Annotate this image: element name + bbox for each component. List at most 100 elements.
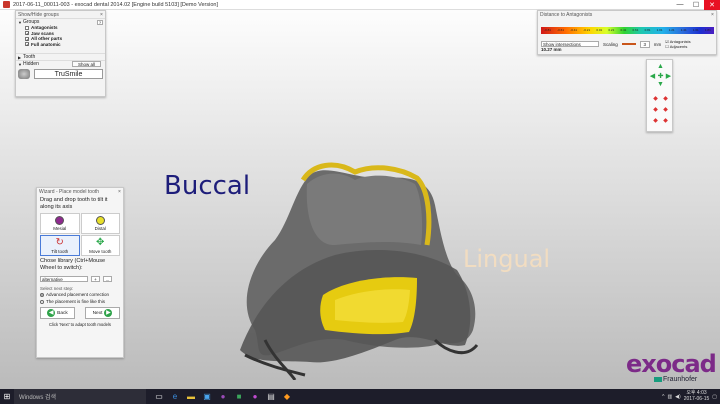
buccal-label: Buccal — [164, 171, 251, 201]
wizard-close-icon[interactable]: × — [116, 189, 123, 195]
taskbar-apps: ▭ e ▬ ▣ ● ■ ● ▤ ◆ — [154, 392, 292, 402]
scale-tick-label: 0.21 — [608, 28, 615, 32]
scaling-slider[interactable] — [621, 43, 636, 45]
scale-tick-label: 0.81 — [644, 28, 651, 32]
tooth-icon — [18, 69, 30, 79]
library-row: alternative + ... — [37, 274, 123, 284]
scale-tick-label: 1.41 — [680, 28, 687, 32]
wizard-instruction: Drag and drop tooth to tilt it along its… — [40, 197, 108, 210]
view-mesial-icon[interactable]: ◆ — [661, 94, 670, 103]
back-label: Back — [57, 310, 68, 316]
scale-tick-label: 1.01 — [656, 28, 663, 32]
taskbar-search-box[interactable]: Windows 검색 — [14, 389, 146, 404]
exocad-logo: exocad Fraunhofer — [626, 350, 718, 388]
scale-tick-label: -0.21 — [583, 28, 591, 32]
view-lingual-icon[interactable]: ◆ — [651, 116, 660, 125]
library-instruction: Chose library (Ctrl+Mouse Wheel to switc… — [40, 258, 106, 271]
close-button[interactable]: ✕ — [704, 0, 720, 10]
windows-start-icon[interactable]: ⊞ — [0, 392, 14, 401]
exocad-taskbar-icon[interactable]: ● — [218, 392, 228, 402]
checkbox[interactable] — [25, 25, 29, 30]
trusmile-button[interactable]: TruSmile — [34, 69, 103, 79]
volume-icon[interactable]: ◀) — [675, 394, 681, 400]
exocad-app-icon — [3, 1, 10, 8]
maximize-button[interactable]: ☐ — [688, 0, 704, 10]
library-add-button[interactable]: + — [91, 276, 100, 282]
hidden-section-header[interactable]: ▼ Hidden Show all — [16, 60, 105, 67]
distance-to-antagonists-panel: Distance to Antagonists × -0.81 -0.61 -0.4… — [537, 10, 717, 55]
wizard-hint: Click 'Next' to adapt tooth models — [49, 322, 111, 327]
next-step-label: Select next step: — [40, 286, 74, 291]
library-dropdown[interactable]: alternative — [40, 276, 88, 282]
file-explorer-icon[interactable]: ▬ — [186, 392, 196, 402]
group-item-full-anatomic[interactable]: ✓ Full anatomic — [16, 42, 105, 48]
groups-panel-title: Show/Hide groups — [18, 11, 59, 18]
clock-date: 2017-06-15 — [683, 395, 710, 402]
mesial-label: Mesial — [53, 226, 67, 231]
tooth-section-header[interactable]: ▶ Tooth — [16, 53, 105, 60]
rotate-up-icon[interactable]: ▲ — [656, 62, 665, 71]
distance-controls: Show intersections Scaling 3 mm ☑ Antago… — [541, 39, 714, 49]
option-placement-fine[interactable]: The placement is fine like this — [37, 298, 123, 305]
tilt-tooth-button[interactable]: ↻ Tilt tooth — [40, 235, 80, 256]
scale-tick-label: 1.21 — [668, 28, 675, 32]
next-button[interactable]: Next ▶ — [85, 307, 120, 319]
groups-section-header[interactable]: ▼ Groups ? — [16, 18, 105, 25]
tooth-section-label: Tooth — [23, 54, 36, 60]
adjacents-label: Adjacents — [669, 44, 688, 49]
library-more-button[interactable]: ... — [103, 276, 112, 282]
view-buccal-icon[interactable]: ◆ — [661, 105, 670, 114]
windows-taskbar: ⊞ Windows 검색 ▭ e ▬ ▣ ● ■ ● ▤ ◆ ^ ▥ ◀) 오후… — [0, 389, 720, 404]
move-tooth-button[interactable]: ✥ Move tooth — [80, 235, 120, 256]
scale-tick-label: 0.01 — [596, 28, 603, 32]
scale-tick-label: -0.61 — [557, 28, 565, 32]
rotate-down-icon[interactable]: ▼ — [656, 80, 665, 89]
groups-panel-close-icon[interactable]: × — [98, 12, 105, 18]
tray-overflow-icon[interactable]: ^ — [662, 394, 664, 400]
distance-value: 10.27 mm — [541, 47, 562, 52]
group-item-label: All other parts — [31, 36, 63, 42]
view-distal-icon[interactable]: ◆ — [651, 105, 660, 114]
move-tooth-label: Move tooth — [89, 248, 112, 254]
network-icon[interactable]: ▥ — [667, 394, 672, 400]
rotate-right-icon[interactable]: ▶ — [664, 71, 673, 80]
distance-panel-close-icon[interactable]: × — [709, 12, 716, 18]
wizard-title: Wizard - Place model tooth — [39, 188, 100, 195]
taskbar-clock[interactable]: 오후 4:03 2017-06-15 — [683, 390, 710, 402]
option-label: The placement is fine like this — [46, 299, 106, 304]
checkbox-checked[interactable]: ✓ — [25, 31, 29, 36]
lingual-label: Lingual — [463, 245, 551, 273]
radio[interactable] — [40, 299, 44, 304]
mesial-button[interactable]: Mesial — [40, 213, 80, 234]
radio-selected[interactable] — [40, 292, 44, 297]
antagonists-checkbox[interactable]: ☑ Antagonists ☐ Adjacents — [665, 39, 690, 49]
view-bottom-icon[interactable]: ◆ — [661, 116, 670, 125]
option-advanced-placement[interactable]: Advanced placement correction — [37, 291, 123, 298]
help-button[interactable]: ? — [97, 19, 103, 25]
scaling-label: Scaling — [603, 41, 618, 47]
task-view-icon[interactable]: ▭ — [154, 392, 164, 402]
edge-browser-icon[interactable]: e — [170, 392, 180, 402]
notification-icon[interactable]: ▢ — [712, 394, 717, 400]
store-icon[interactable]: ▣ — [202, 392, 212, 402]
exocad-taskbar-icon-2[interactable]: ● — [250, 392, 260, 402]
app-taskbar-icon[interactable]: ■ — [234, 392, 244, 402]
scale-tick-label: -0.81 — [544, 28, 551, 32]
unit-label: mm — [653, 41, 662, 47]
checkbox-checked[interactable]: ✓ — [25, 36, 29, 41]
app-taskbar-icon-2[interactable]: ▤ — [266, 392, 276, 402]
wizard-header: Wizard - Place model tooth × — [37, 188, 123, 195]
active-app-taskbar-icon[interactable]: ◆ — [282, 392, 292, 402]
view-occlusal-icon[interactable]: ◆ — [651, 94, 660, 103]
scaling-input[interactable]: 3 — [639, 40, 650, 48]
distal-button[interactable]: Distal — [80, 213, 120, 234]
tilt-icon: ↻ — [55, 236, 64, 248]
wizard-nav: ◀ Back Next ▶ — [37, 305, 123, 321]
distance-panel-header: Distance to Antagonists × — [538, 11, 716, 18]
groups-section-label: Groups — [23, 19, 40, 25]
show-all-button[interactable]: Show all — [71, 61, 101, 67]
minimize-button[interactable]: — — [672, 0, 688, 10]
back-button[interactable]: ◀ Back — [40, 307, 75, 319]
checkbox[interactable]: ☐ — [665, 44, 669, 49]
checkbox-checked[interactable]: ✓ — [25, 42, 29, 47]
